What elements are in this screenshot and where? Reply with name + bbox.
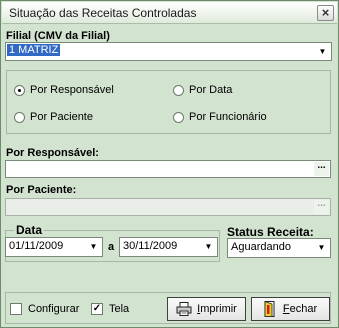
paciente-label: Por Paciente: bbox=[6, 184, 77, 196]
window-title: Situação das Receitas Controladas bbox=[9, 6, 197, 20]
radio-dot[interactable] bbox=[173, 84, 184, 96]
imprimir-button[interactable]: Imprimir bbox=[167, 297, 246, 321]
checkbox-label: Tela bbox=[109, 303, 130, 315]
paciente-lookup-button[interactable]: ... bbox=[314, 199, 329, 214]
close-button[interactable]: × bbox=[317, 5, 334, 21]
close-icon: × bbox=[321, 5, 330, 20]
date-separator: a bbox=[108, 241, 115, 253]
chevron-down-icon[interactable]: ▼ bbox=[314, 240, 329, 256]
fechar-label: Fechar bbox=[282, 303, 318, 315]
chevron-down-icon[interactable]: ▼ bbox=[315, 44, 330, 59]
radio-label: Por Data bbox=[189, 84, 233, 96]
status-select[interactable]: Aguardando ▼ bbox=[227, 238, 331, 258]
checkbox-label: Configurar bbox=[28, 303, 80, 315]
title-bar[interactable]: Situação das Receitas Controladas × bbox=[2, 2, 337, 24]
exit-door-icon bbox=[264, 301, 275, 317]
radio-por-funcionario[interactable]: Por Funcionário bbox=[173, 111, 267, 123]
imprimir-label: Imprimir bbox=[197, 303, 237, 315]
printer-icon bbox=[176, 302, 192, 316]
radio-label: Por Paciente bbox=[30, 111, 93, 123]
checkbox-box[interactable] bbox=[10, 303, 22, 315]
data-label: Data bbox=[14, 223, 45, 237]
dialog-window: Situação das Receitas Controladas × Fili… bbox=[0, 0, 339, 328]
status-label: Status Receita: bbox=[227, 225, 314, 239]
radio-label: Por Responsável bbox=[30, 84, 114, 96]
configurar-checkbox[interactable]: Configurar bbox=[10, 303, 79, 315]
status-value: Aguardando bbox=[231, 241, 291, 253]
date-from-picker[interactable]: 01/11/2009 ▼ bbox=[5, 237, 103, 257]
filial-value: 1 MATRIZ bbox=[7, 44, 61, 56]
radio-label: Por Funcionário bbox=[189, 111, 267, 123]
filial-select[interactable]: 1 MATRIZ ▼ bbox=[5, 42, 332, 61]
checkbox-box[interactable]: ✓ bbox=[91, 303, 103, 315]
chevron-down-icon[interactable]: ▼ bbox=[201, 239, 216, 255]
chevron-down-icon[interactable]: ▼ bbox=[86, 239, 101, 255]
responsavel-field[interactable]: ... bbox=[5, 160, 331, 178]
paciente-field[interactable]: ... bbox=[5, 198, 331, 216]
fechar-button[interactable]: Fechar bbox=[251, 297, 330, 321]
date-to-picker[interactable]: 30/11/2009 ▼ bbox=[119, 237, 218, 257]
responsavel-lookup-button[interactable]: ... bbox=[314, 161, 329, 176]
radio-por-paciente[interactable]: Por Paciente bbox=[14, 111, 93, 123]
radio-dot[interactable] bbox=[14, 84, 25, 96]
radio-dot[interactable] bbox=[173, 111, 184, 123]
radio-por-data[interactable]: Por Data bbox=[173, 84, 232, 96]
responsavel-label: Por Responsável: bbox=[6, 147, 99, 159]
radio-dot[interactable] bbox=[14, 111, 25, 123]
radio-por-responsavel[interactable]: Por Responsável bbox=[14, 84, 114, 96]
date-to-value: 30/11/2009 bbox=[123, 240, 178, 252]
tela-checkbox[interactable]: ✓ Tela bbox=[91, 303, 129, 315]
filter-options-panel: Por Responsável Por Data Por Paciente Po… bbox=[6, 70, 331, 134]
date-from-value: 01/11/2009 bbox=[9, 240, 64, 252]
filial-label: Filial (CMV da Filial) bbox=[6, 30, 110, 42]
